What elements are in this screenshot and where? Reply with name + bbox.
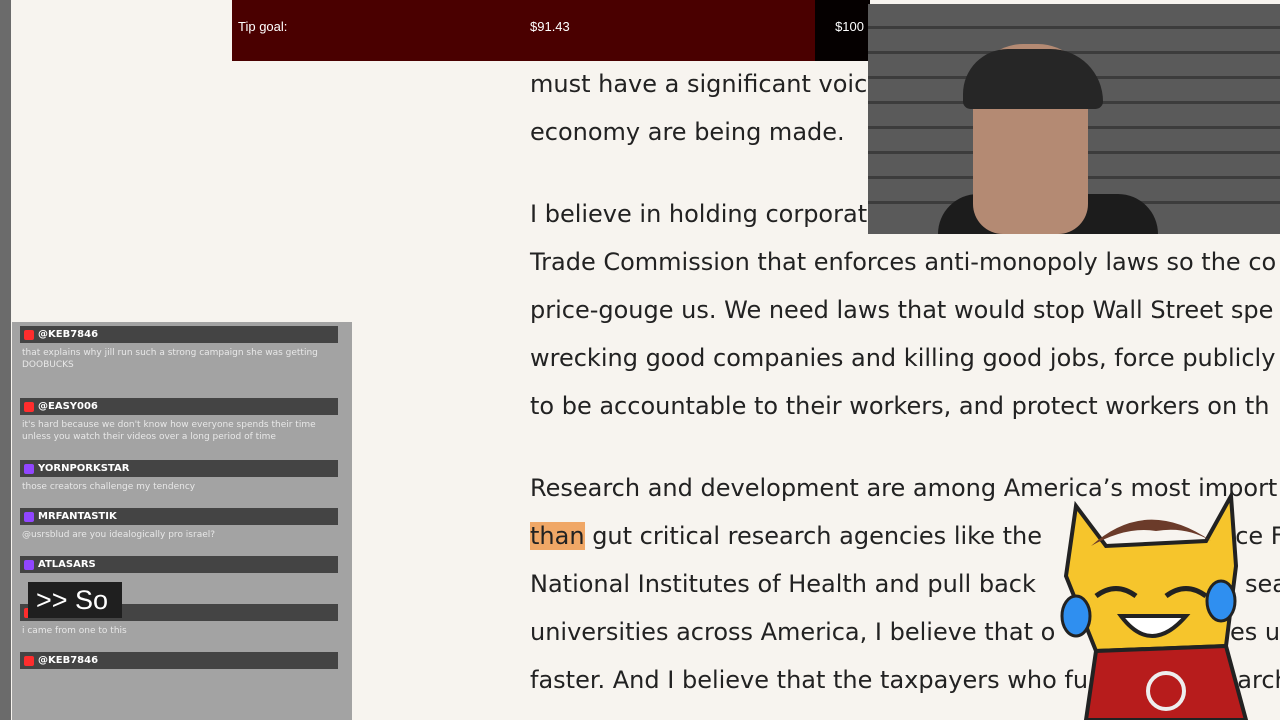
twitch-icon — [24, 559, 34, 570]
twitch-icon — [24, 463, 34, 474]
article-line: universities across America, I believe t… — [530, 618, 1056, 646]
chat-text — [20, 573, 338, 577]
live-caption: >> So — [28, 582, 122, 618]
article-line: than gut critical research agencies like… — [530, 522, 1042, 550]
chat-text: that explains why jill run such a strong… — [22, 348, 318, 370]
chat-text: i came from one to this — [22, 626, 127, 636]
tip-goal-label: Tip goal: — [238, 19, 288, 34]
chat-overlay: @KEB7846 that explains why jill run such… — [12, 322, 352, 720]
article-line: I believe in holding corporat — [530, 200, 868, 228]
tip-goal-current: $91.43 — [530, 19, 570, 34]
chat-text: @usrsblud are you idealogically pro isra… — [22, 530, 216, 540]
article-line: price-gouge us. We need laws that would … — [530, 296, 1274, 324]
tip-goal-bar: Tip goal: $91.43 $100 — [232, 0, 870, 61]
chat-username: @KEB7846 — [38, 329, 99, 340]
tip-goal-target: $100 — [835, 19, 864, 34]
webcam-feed — [868, 4, 1280, 234]
youtube-icon — [24, 655, 34, 666]
highlighted-word: than — [530, 522, 585, 550]
article-line: to be accountable to their workers, and … — [530, 392, 1270, 420]
youtube-icon — [24, 401, 34, 412]
article-line: wrecking good companies and killing good… — [530, 344, 1276, 372]
chat-text: it's hard because we don't know how ever… — [22, 420, 316, 442]
article-line: must have a significant voic — [530, 70, 868, 98]
twitch-icon — [24, 511, 34, 522]
chat-text — [20, 669, 338, 673]
article-line: economy are being made. — [530, 118, 845, 146]
chat-message: MRFANTASTIK @usrsblud are you idealogica… — [20, 508, 338, 541]
chat-message: @KEB7846 — [20, 652, 338, 673]
article-line: faster. And I believe that the taxpayers… — [530, 666, 1089, 694]
chat-message: YORNPORKSTAR those creators challenge my… — [20, 460, 338, 493]
chat-message: ATLASARS — [20, 556, 338, 577]
chat-text: those creators challenge my tendency — [22, 482, 196, 492]
chat-username: ATLASARS — [38, 559, 96, 570]
cat-mascot-icon — [1060, 489, 1249, 720]
youtube-icon — [24, 329, 34, 340]
chat-message: @EASY006 it's hard because we don't know… — [20, 398, 338, 443]
article-line: Trade Commission that enforces anti-mono… — [530, 248, 1277, 276]
chat-username: MRFANTASTIK — [38, 511, 117, 522]
chat-username: @EASY006 — [38, 401, 98, 412]
chat-message: @KEB7846 that explains why jill run such… — [20, 326, 338, 371]
left-edge-strip — [0, 0, 11, 720]
chat-username: @KEB7846 — [38, 655, 99, 666]
article-line: National Institutes of Health and pull b… — [530, 570, 1036, 598]
chat-username: YORNPORKSTAR — [38, 463, 130, 474]
